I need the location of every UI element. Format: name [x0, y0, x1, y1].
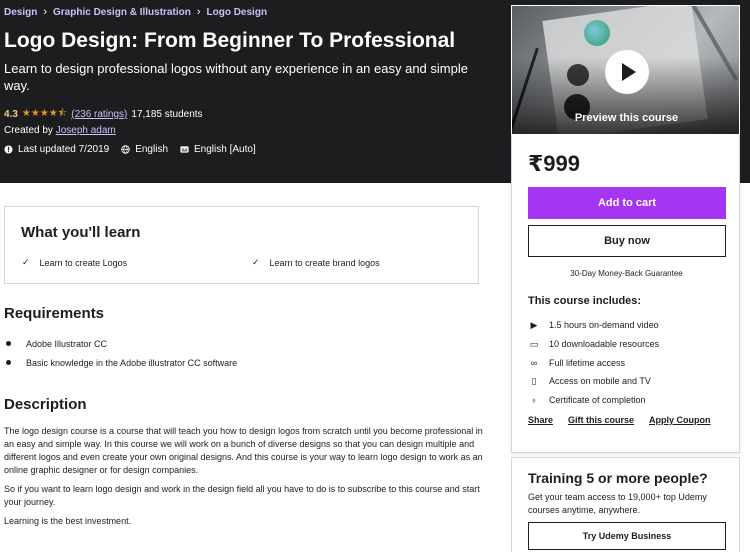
include-text: 1.5 hours on-demand video [549, 320, 659, 331]
video-icon: ▶ [530, 319, 538, 330]
what-youll-learn: What you'll learn ✓ Learn to create Logo… [4, 206, 479, 284]
globe-icon [121, 145, 130, 154]
chevron-right-icon: › [43, 6, 48, 18]
list-item: ▯ Access on mobile and TV [528, 372, 659, 391]
requirement-text: Adobe Illustrator CC [26, 338, 108, 349]
description-title: Description [4, 396, 87, 413]
students-count: 17,185 students [131, 109, 203, 120]
last-updated-text: Last updated 7/2019 [18, 144, 110, 155]
requirements-title: Requirements [4, 305, 105, 322]
bullet-icon [6, 360, 11, 365]
business-title: Training 5 or more people? [528, 470, 708, 486]
captions-text: English [Auto] [194, 144, 256, 155]
buy-now-button[interactable]: Buy now [528, 225, 726, 257]
captions: English [Auto] [180, 144, 256, 155]
learn-item-text: Learn to create Logos [39, 257, 128, 268]
purchase-sidebar: Preview this course ₹999 Add to cart Buy… [511, 5, 740, 552]
course-preview-video[interactable]: Preview this course [511, 5, 740, 135]
requirement-text: Basic knowledge in the Adobe illustrator… [26, 357, 238, 368]
breadcrumb: Design › Graphic Design & Illustration ›… [4, 6, 267, 18]
include-text: 10 downloadable resources [549, 339, 660, 350]
trophy-icon: ♁ [530, 395, 538, 406]
created-by: Created by Joseph adam [4, 125, 116, 136]
add-to-cart-button[interactable]: Add to cart [528, 187, 726, 219]
list-item: ∞ Full lifetime access [528, 353, 659, 372]
play-icon[interactable] [605, 50, 649, 94]
star-rating-icon: ★★★★⯪ [21, 108, 68, 119]
list-item: ♁ Certificate of completion [528, 391, 659, 410]
card-links: Share Gift this course Apply Coupon [528, 415, 711, 425]
rating-value: 4.3 [4, 109, 18, 120]
breadcrumb-design[interactable]: Design [4, 7, 37, 18]
alert-badge-icon [4, 145, 13, 154]
business-promo: Training 5 or more people? Get your team… [511, 457, 740, 552]
author-link[interactable]: Joseph adam [56, 125, 116, 136]
mobile-icon: ▯ [531, 375, 537, 386]
checkmark-icon: ✓ [252, 257, 260, 267]
description-paragraph: Learning is the best investment. [4, 516, 132, 526]
breadcrumb-logo-design[interactable]: Logo Design [207, 7, 268, 18]
includes-title: This course includes: [528, 295, 642, 307]
file-icon: ▭ [529, 338, 539, 349]
created-by-label: Created by [4, 125, 53, 136]
purchase-card: ₹999 Add to cart Buy now 30-Day Money-Ba… [511, 135, 740, 453]
course-title: Logo Design: From Beginner To Profession… [4, 29, 456, 52]
language-text: English [135, 144, 169, 155]
include-text: Access on mobile and TV [549, 376, 651, 387]
learn-item: ✓ Learn to create brand logos [252, 257, 380, 268]
list-item: Basic knowledge in the Adobe illustrator… [4, 353, 237, 372]
learn-item-text: Learn to create brand logos [269, 257, 380, 268]
requirements-list: Adobe Illustrator CC Basic knowledge in … [4, 334, 237, 372]
last-updated: Last updated 7/2019 [4, 144, 109, 155]
list-item: ▶ 1.5 hours on-demand video [528, 316, 659, 335]
gift-course-link[interactable]: Gift this course [568, 415, 634, 425]
course-price: ₹999 [528, 151, 581, 176]
description-body: The logo design course is a course that … [4, 425, 484, 534]
description-paragraph: So if you want to learn logo design and … [4, 484, 480, 507]
ratings-count-link[interactable]: (236 ratings) [71, 109, 127, 120]
breadcrumb-graphic-design[interactable]: Graphic Design & Illustration [53, 7, 191, 18]
includes-list: ▶ 1.5 hours on-demand video ▭ 10 downloada… [528, 316, 659, 409]
course-subtitle: Learn to design professional logos witho… [4, 61, 468, 93]
money-back-guarantee: 30-Day Money-Back Guarantee [570, 269, 683, 278]
share-link[interactable]: Share [528, 415, 553, 425]
list-item: Adobe Illustrator CC [4, 334, 237, 353]
course-meta: Last updated 7/2019 English English [Aut… [4, 144, 256, 155]
closed-captions-icon [180, 146, 189, 153]
description-paragraph: The logo design course is a course that … [4, 426, 483, 475]
preview-label: Preview this course [574, 112, 679, 124]
checkmark-icon: ✓ [22, 257, 30, 267]
language: English [121, 144, 168, 155]
bullet-icon [6, 341, 11, 346]
learn-title: What you'll learn [21, 224, 141, 241]
include-text: Certificate of completion [549, 395, 646, 406]
try-business-button[interactable]: Try Udemy Business [528, 522, 726, 550]
rating-row: 4.3 ★★★★⯪ (236 ratings) 17,185 students [4, 106, 203, 123]
include-text: Full lifetime access [549, 357, 626, 368]
chevron-right-icon: › [196, 6, 201, 18]
apply-coupon-link[interactable]: Apply Coupon [649, 415, 711, 425]
infinity-icon: ∞ [530, 357, 538, 368]
business-text: Get your team access to 19,000+ top Udem… [528, 492, 707, 515]
learn-item: ✓ Learn to create Logos [22, 257, 127, 268]
list-item: ▭ 10 downloadable resources [528, 335, 659, 354]
